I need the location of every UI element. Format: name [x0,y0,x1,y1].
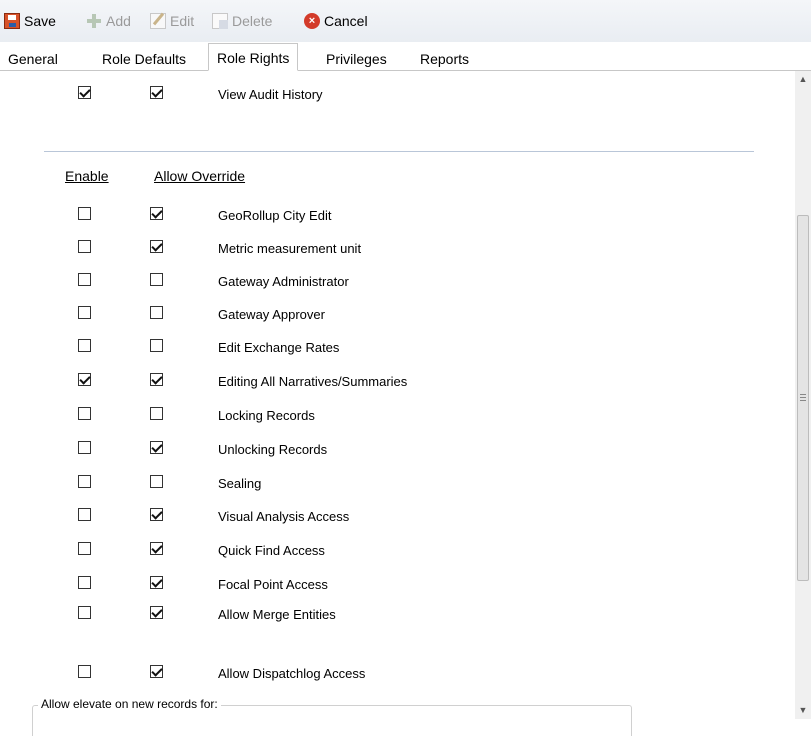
editing-all-narratives-summaries-enable-checkbox[interactable] [78,373,91,386]
view-audit-label: View Audit History [218,87,323,102]
vertical-scrollbar[interactable]: ▲ ▼ [795,71,811,719]
view-audit-override-checkbox[interactable] [150,86,163,99]
gateway-approver-override-checkbox[interactable] [150,306,163,319]
gateway-administrator-label: Gateway Administrator [218,274,349,289]
gateway-administrator-override-checkbox[interactable] [150,273,163,286]
gateway-administrator-enable-checkbox[interactable] [78,273,91,286]
allow-dispatchlog-access-override-checkbox[interactable] [150,665,163,678]
allow-override-column-header: Allow Override [154,168,246,184]
add-plus-icon [86,13,102,29]
metric-measurement-unit-label: Metric measurement unit [218,241,362,256]
gateway-approver-label: Gateway Approver [218,307,325,322]
editing-all-narratives-summaries-override-checkbox[interactable] [150,373,163,386]
edit-exchange-rates-enable-checkbox[interactable] [78,339,91,352]
edit-button[interactable]: Edit [150,10,194,32]
tab-role-defaults[interactable]: Role Defaults [102,48,186,70]
metric-measurement-unit-override-checkbox[interactable] [150,240,163,253]
unlocking-records-label: Unlocking Records [218,442,328,457]
enable-column-header: Enable [65,168,109,184]
scroll-up-arrow-icon[interactable]: ▲ [795,71,811,88]
editing-all-narratives-summaries-label: Editing All Narratives/Summaries [218,374,408,389]
tab-strip: General Role Defaults Role Rights Privil… [0,42,811,71]
scroll-down-arrow-icon[interactable]: ▼ [795,702,811,719]
save-button[interactable]: Save [4,10,56,32]
delete-icon [212,13,228,29]
gateway-approver-enable-checkbox[interactable] [78,306,91,319]
edit-exchange-rates-override-checkbox[interactable] [150,339,163,352]
sealing-label: Sealing [218,476,262,491]
georollup-city-edit-label: GeoRollup City Edit [218,208,332,223]
role-rights-panel: View Audit History Enable Allow Override… [0,71,811,736]
allow-merge-entities-enable-checkbox[interactable] [78,606,91,619]
tab-reports[interactable]: Reports [420,48,469,70]
georollup-city-edit-override-checkbox[interactable] [150,207,163,220]
locking-records-override-checkbox[interactable] [150,407,163,420]
edit-pencil-icon [150,13,166,29]
scroll-thumb[interactable] [797,215,809,581]
focal-point-access-enable-checkbox[interactable] [78,576,91,589]
tab-general[interactable]: General [8,48,58,70]
cancel-button[interactable]: × Cancel [304,10,368,32]
metric-measurement-unit-enable-checkbox[interactable] [78,240,91,253]
allow-merge-entities-label: Allow Merge Entities [218,607,336,622]
georollup-city-edit-enable-checkbox[interactable] [78,207,91,220]
edit-exchange-rates-label: Edit Exchange Rates [218,340,340,355]
quick-find-access-label: Quick Find Access [218,543,325,558]
quick-find-access-override-checkbox[interactable] [150,542,163,555]
allow-merge-entities-override-checkbox[interactable] [150,606,163,619]
unlocking-records-enable-checkbox[interactable] [78,441,91,454]
add-button[interactable]: Add [86,10,131,32]
visual-analysis-access-label: Visual Analysis Access [218,509,350,524]
locking-records-label: Locking Records [218,408,315,423]
save-disk-icon [4,13,20,29]
visual-analysis-access-enable-checkbox[interactable] [78,508,91,521]
section-divider [44,151,754,152]
toolbar: Save Add Edit Delete × Cancel [0,0,811,42]
elevate-group-legend: Allow elevate on new records for: [38,697,221,711]
sealing-override-checkbox[interactable] [150,475,163,488]
sealing-enable-checkbox[interactable] [78,475,91,488]
cancel-x-icon: × [304,13,320,29]
unlocking-records-override-checkbox[interactable] [150,441,163,454]
tab-role-rights[interactable]: Role Rights [208,43,299,71]
tab-privileges[interactable]: Privileges [326,48,387,70]
visual-analysis-access-override-checkbox[interactable] [150,508,163,521]
locking-records-enable-checkbox[interactable] [78,407,91,420]
focal-point-access-label: Focal Point Access [218,577,328,592]
allow-dispatchlog-access-label: Allow Dispatchlog Access [218,666,366,681]
allow-dispatchlog-access-enable-checkbox[interactable] [78,665,91,678]
view-audit-enable-checkbox[interactable] [78,86,91,99]
delete-button[interactable]: Delete [212,10,272,32]
quick-find-access-enable-checkbox[interactable] [78,542,91,555]
focal-point-access-override-checkbox[interactable] [150,576,163,589]
